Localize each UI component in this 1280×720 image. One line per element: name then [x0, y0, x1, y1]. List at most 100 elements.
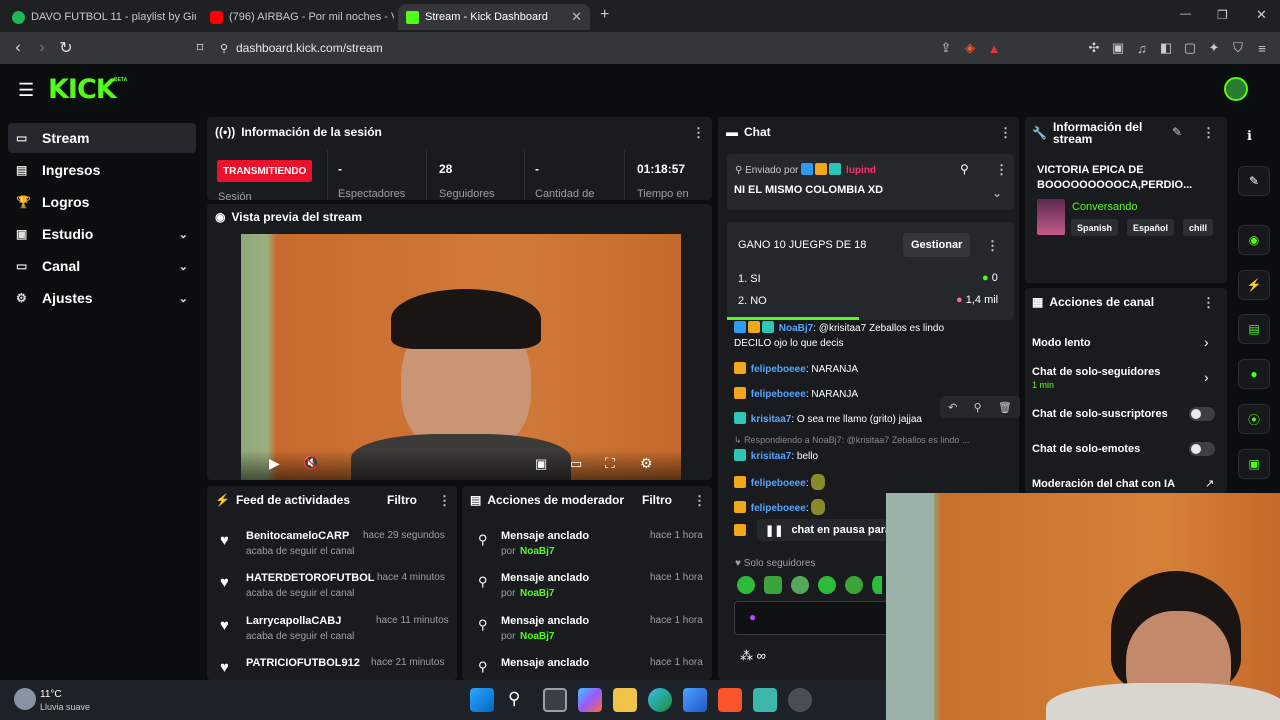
- chat-username[interactable]: felipeboeee: [751, 478, 806, 489]
- sidebar-icon[interactable]: ◧: [1154, 40, 1178, 56]
- chat-username[interactable]: felipeboeee: [751, 364, 806, 375]
- edit-layout-icon[interactable]: ✎: [1238, 166, 1270, 196]
- brave-icon[interactable]: [718, 688, 742, 712]
- file-explorer-icon[interactable]: [613, 688, 637, 712]
- follower-name[interactable]: HATERDETOROFUTBOL: [246, 572, 375, 584]
- more-options-icon[interactable]: ⋮: [692, 125, 705, 141]
- vpn-icon[interactable]: ⛉: [1226, 40, 1250, 56]
- media-icon[interactable]: ♫: [1130, 41, 1154, 56]
- ai-moderation-label[interactable]: Moderación del chat con IA: [1032, 478, 1175, 490]
- screenshot-icon[interactable]: ◉: [1238, 225, 1270, 255]
- wallet-icon[interactable]: ▢: [1178, 40, 1202, 56]
- tab-kick[interactable]: Stream - Kick Dashboard ✕: [398, 4, 590, 30]
- more-options-icon[interactable]: ⋮: [438, 493, 451, 509]
- chat-username[interactable]: krisitaa7: [751, 451, 792, 462]
- more-options-icon[interactable]: ⋮: [995, 162, 1008, 178]
- kick-logo[interactable]: KICK: [48, 74, 117, 105]
- play-icon[interactable]: ▶: [269, 455, 280, 472]
- emote-icon[interactable]: [818, 576, 836, 594]
- fullscreen-icon[interactable]: ⛶: [605, 455, 615, 472]
- moderator-name[interactable]: NoaBj7: [520, 631, 554, 642]
- sidebar-item-stream[interactable]: ▭ Stream: [8, 123, 196, 153]
- pip-icon[interactable]: ▣: [535, 456, 547, 472]
- more-options-icon[interactable]: ⋮: [1202, 295, 1215, 311]
- site-info-icon[interactable]: ⚲: [212, 42, 236, 55]
- theater-icon[interactable]: ▭: [570, 456, 582, 472]
- minimize-button[interactable]: —: [1180, 8, 1191, 20]
- share-icon[interactable]: ⇪: [934, 40, 958, 56]
- close-tab-icon[interactable]: ✕: [571, 9, 582, 25]
- weather-icon[interactable]: [14, 688, 36, 710]
- moderator-name[interactable]: NoaBj7: [520, 588, 554, 599]
- sidebar-item-estudio[interactable]: ▣ Estudio ⌄: [8, 219, 196, 249]
- tab-spotify[interactable]: DAVO FUTBOL 11 - playlist by Giusep: [4, 4, 196, 30]
- app-icon[interactable]: [788, 688, 812, 712]
- sidebar-item-ingresos[interactable]: ▤ Ingresos: [8, 155, 196, 185]
- category-thumbnail[interactable]: [1037, 199, 1065, 235]
- chat-username[interactable]: krisitaa7: [751, 414, 792, 425]
- back-icon[interactable]: ‹: [6, 39, 30, 57]
- tab-youtube[interactable]: (796) AIRBAG - Por mil noches - Vivo: [202, 4, 394, 30]
- brave-rewards-icon[interactable]: ▲: [982, 41, 1006, 56]
- mute-icon[interactable]: 🔇: [303, 455, 319, 471]
- reply-icon[interactable]: ↶: [948, 401, 957, 414]
- url-field[interactable]: dashboard.kick.com/stream: [236, 41, 383, 55]
- followers-only-label[interactable]: Chat de solo-seguidores: [1032, 366, 1160, 378]
- emote-icon[interactable]: [845, 576, 863, 594]
- moderator-name[interactable]: NoaBj7: [520, 546, 554, 557]
- brave-shield-icon[interactable]: ◈: [958, 40, 982, 56]
- more-options-icon[interactable]: ⋮: [1202, 125, 1215, 141]
- chevron-right-icon[interactable]: ›: [1204, 369, 1209, 385]
- notepad-icon[interactable]: [753, 688, 777, 712]
- info-icon[interactable]: ℹ: [1247, 128, 1252, 144]
- follower-name[interactable]: BenitocameloCARP: [246, 530, 349, 542]
- search-icon[interactable]: ⚲: [508, 689, 520, 709]
- new-tab-button[interactable]: +: [600, 6, 609, 24]
- copilot-icon[interactable]: [578, 688, 602, 712]
- subscribers-only-toggle[interactable]: [1189, 407, 1215, 421]
- sidebar-item-canal[interactable]: ▭ Canal ⌄: [8, 251, 196, 281]
- reload-icon[interactable]: ↻: [54, 38, 78, 58]
- unpin-icon[interactable]: ⚲: [960, 162, 969, 176]
- leo-icon[interactable]: ✦: [1202, 40, 1226, 56]
- broadcast-icon[interactable]: ⦿: [1238, 404, 1270, 434]
- notes-icon[interactable]: ▤: [1238, 314, 1270, 344]
- emote-icon[interactable]: [791, 576, 809, 594]
- edit-icon[interactable]: ✎: [1172, 125, 1182, 139]
- slow-mode-label[interactable]: Modo lento: [1032, 337, 1091, 349]
- emote-icon[interactable]: [737, 576, 755, 594]
- more-options-icon[interactable]: ⋮: [693, 493, 706, 509]
- chevron-down-icon[interactable]: ⌄: [992, 186, 1002, 200]
- chat-icon[interactable]: ●: [1238, 359, 1270, 389]
- chat-paused-banner[interactable]: ❚❚ chat en pausa para: [757, 519, 900, 541]
- task-view-icon[interactable]: [543, 688, 567, 712]
- menu-icon[interactable]: ≡: [1250, 41, 1274, 56]
- mail-icon[interactable]: [683, 688, 707, 712]
- emote-icon[interactable]: [872, 576, 882, 594]
- delete-icon[interactable]: 🗑: [998, 401, 1012, 414]
- avatar[interactable]: [1224, 77, 1248, 101]
- extensions-icon[interactable]: ✣: [1082, 40, 1106, 56]
- external-link-icon[interactable]: ↗: [1205, 477, 1214, 490]
- manage-poll-button[interactable]: Gestionar: [903, 233, 971, 257]
- category-name[interactable]: Conversando: [1072, 201, 1137, 213]
- quick-action-icon[interactable]: ⚡: [1238, 270, 1270, 300]
- filter-button[interactable]: Filtro: [642, 493, 672, 507]
- pin-icon[interactable]: ⚲: [974, 401, 982, 414]
- reader-icon[interactable]: ▣: [1106, 40, 1130, 56]
- hamburger-menu-icon[interactable]: ☰: [18, 80, 34, 101]
- tag[interactable]: Español: [1127, 219, 1175, 236]
- sidebar-item-ajustes[interactable]: ⚙ Ajustes ⌄: [8, 283, 196, 313]
- filter-button[interactable]: Filtro: [387, 493, 417, 507]
- tag[interactable]: chill: [1183, 219, 1214, 236]
- close-window-button[interactable]: ✕: [1256, 7, 1267, 23]
- chat-username[interactable]: felipeboeee: [751, 503, 806, 514]
- edge-icon[interactable]: [648, 688, 672, 712]
- maximize-button[interactable]: ❐: [1217, 8, 1228, 22]
- microphone-icon[interactable]: ●: [749, 610, 756, 624]
- follower-name[interactable]: PATRICIOFUTBOL912: [246, 657, 360, 669]
- pinned-username[interactable]: lupind: [846, 165, 876, 176]
- forward-icon[interactable]: ›: [30, 39, 54, 57]
- more-options-icon[interactable]: ⋮: [986, 238, 999, 254]
- chat-username[interactable]: NoaBj7: [779, 323, 813, 334]
